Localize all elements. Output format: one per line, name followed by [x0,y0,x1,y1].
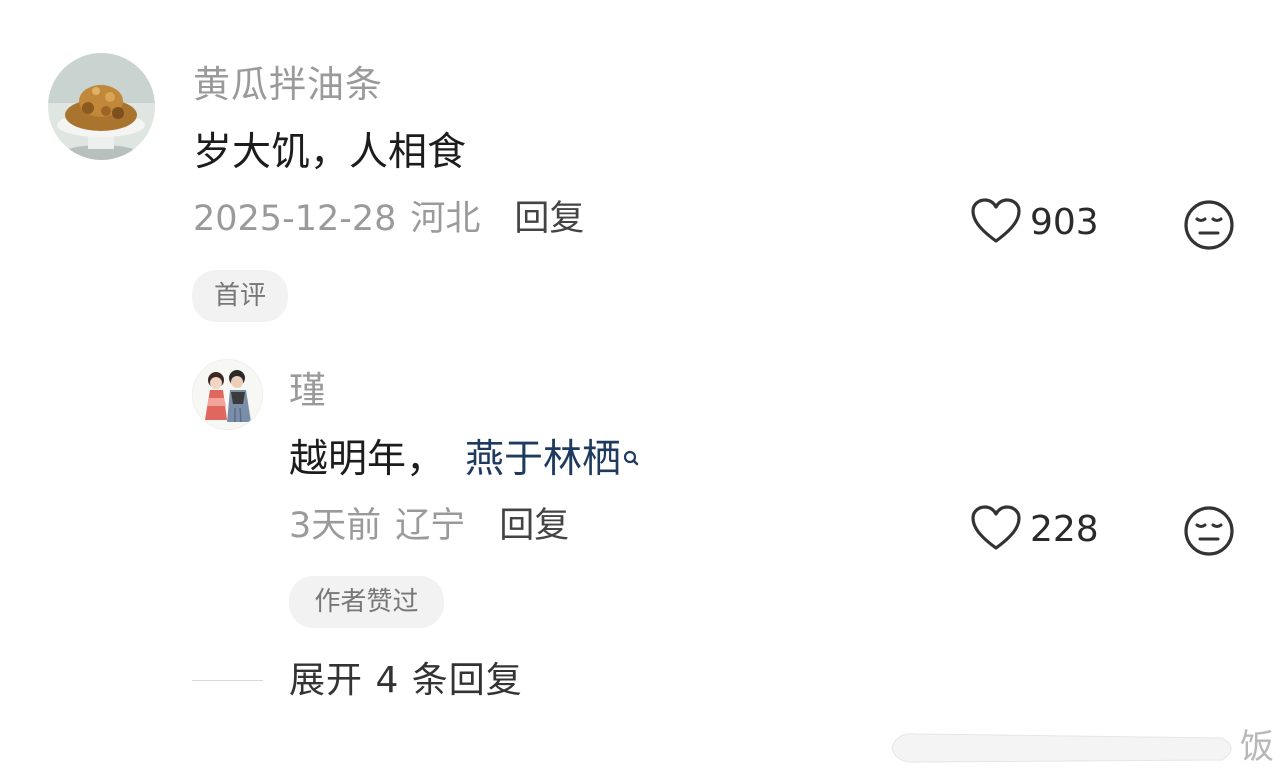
comment-username[interactable]: 黄瓜拌油条 [193,66,383,103]
meh-face-icon [1183,199,1235,251]
reply-date: 3天前 [289,506,382,546]
expand-replies-button[interactable]: 展开 4 条回复 [289,663,523,699]
reply-dislike-button[interactable] [1183,505,1235,557]
meh-face-icon [1183,505,1235,557]
heart-icon [970,504,1022,556]
watermark-text: 饭 [1240,727,1274,767]
reply-search-link[interactable]: 燕于林栖 [465,437,639,482]
reply-reply-button[interactable]: 回复 [499,506,569,546]
heart-icon [970,197,1022,249]
reply-text: 越明年， 燕于林栖 [289,440,639,479]
comment-like-button[interactable]: 903 [970,197,1099,249]
author-liked-badge: 作者赞过 [289,576,444,628]
expand-divider [192,680,263,681]
first-comment-badge: 首评 [192,270,288,322]
reply-like-count: 228 [1030,509,1099,550]
reply-text-prefix: 越明年， [289,437,446,482]
comment-reply-button[interactable]: 回复 [514,199,584,239]
reply-like-button[interactable]: 228 [970,504,1099,556]
reply-meta: 3天前 辽宁 回复 [289,509,569,544]
comment-text: 岁大饥，人相食 [193,130,467,175]
reply-location: 辽宁 [395,506,466,546]
comment-dislike-button[interactable] [1183,199,1235,251]
search-icon[interactable] [623,436,639,475]
comment-like-count: 903 [1030,202,1099,243]
reply-search-link-label[interactable]: 燕于林栖 [465,437,621,482]
comment-date: 2025-12-28 [193,199,397,239]
comment-avatar[interactable] [48,53,155,160]
reply-avatar[interactable] [192,359,263,430]
comment-location: 河北 [410,199,481,239]
watermark-bar [872,728,1242,768]
comment-meta: 2025-12-28 河北 回复 [193,202,584,237]
reply-username[interactable]: 瑾 [289,372,327,409]
